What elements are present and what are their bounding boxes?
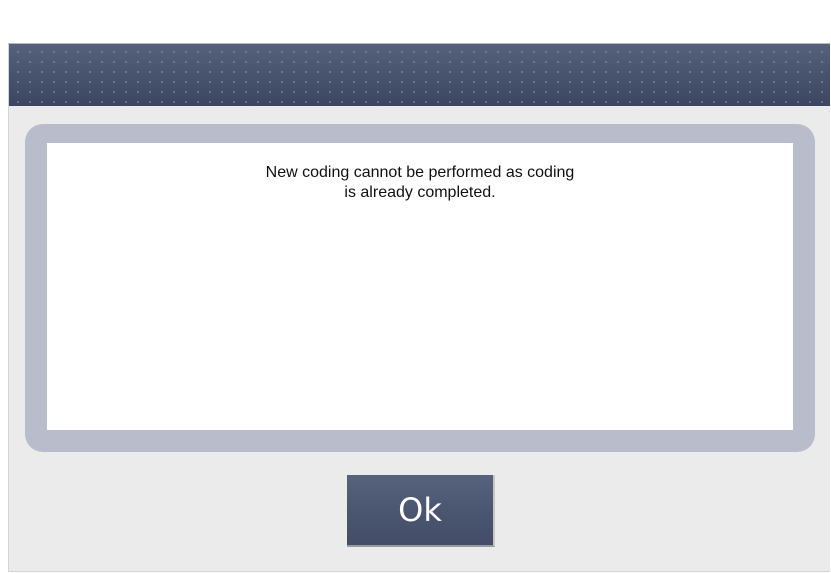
message-text: New coding cannot be performed as coding… (265, 164, 575, 201)
screen: New coding cannot be performed as coding… (0, 0, 831, 573)
message-panel: New coding cannot be performed as coding… (25, 124, 815, 452)
ok-button[interactable]: Ok (347, 475, 495, 547)
message-box: New coding cannot be performed as coding… (47, 143, 793, 430)
message-dialog: New coding cannot be performed as coding… (8, 43, 830, 572)
dialog-header-bar (9, 44, 830, 106)
